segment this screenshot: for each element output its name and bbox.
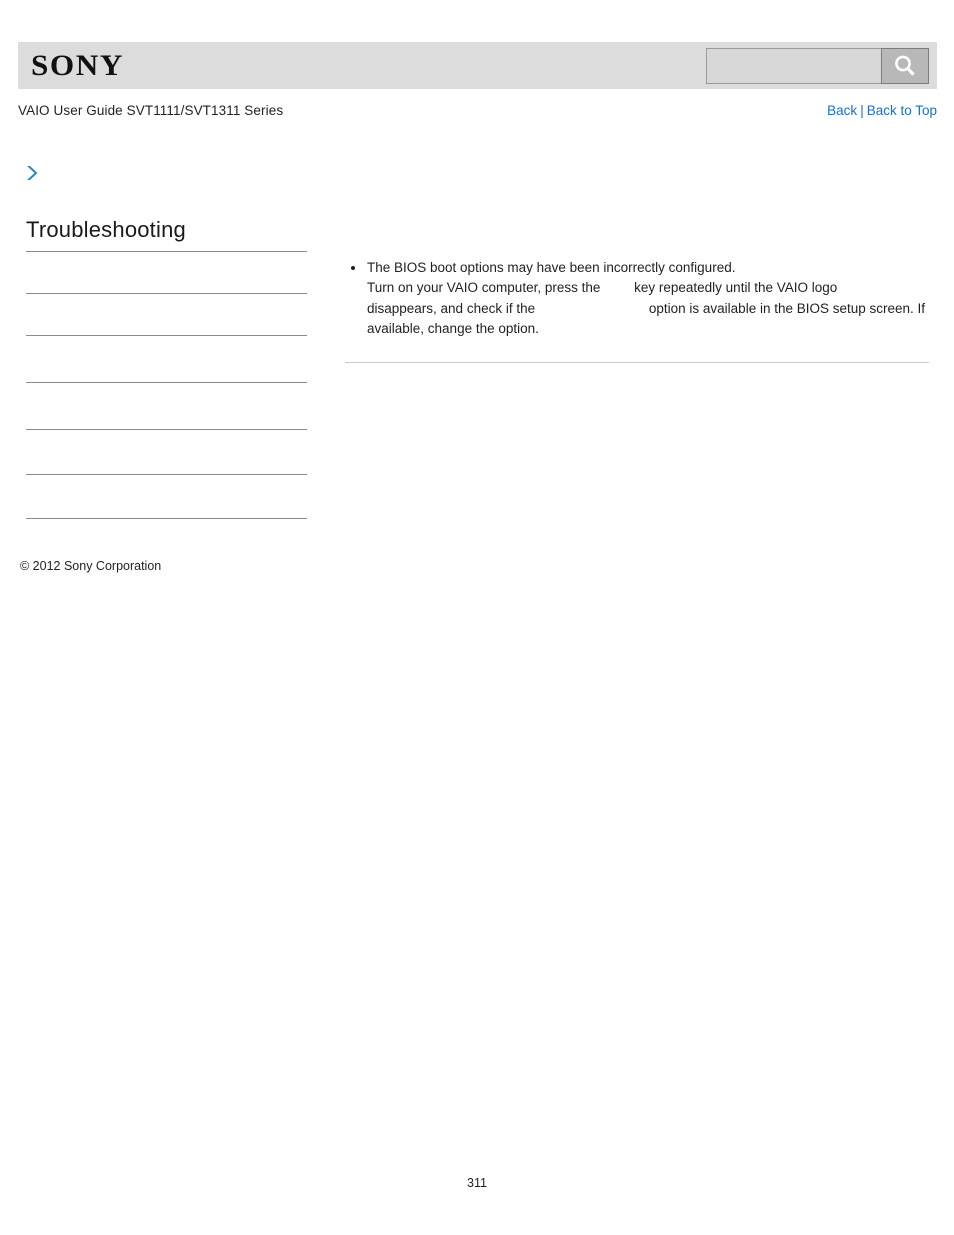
guide-title: VAIO User Guide SVT1111/SVT1311 Series: [18, 103, 284, 118]
content-bottom-rule: [345, 361, 929, 363]
bullet-line-2-pre: Turn on your VAIO computer, press the: [367, 280, 601, 296]
chevron-right-icon[interactable]: [24, 164, 40, 182]
breadcrumb: [24, 161, 40, 185]
site-header: SONY: [18, 42, 937, 89]
page-number: 311: [467, 1176, 487, 1190]
sidebar: Troubleshooting: [26, 217, 307, 520]
document-title-bar: VAIO User Guide SVT1111/SVT1311 Series B…: [18, 103, 937, 118]
copyright-notice: © 2012 Sony Corporation: [20, 559, 162, 573]
bullet-line-3-post: option is available in the BIOS setup sc…: [648, 300, 926, 316]
bullet-line-2-post: key repeatedly until the VAIO logo: [634, 280, 838, 296]
sony-logo: SONY: [31, 48, 124, 82]
search-input[interactable]: [706, 47, 881, 84]
bullet-line-4: available, change the option.: [367, 321, 539, 337]
search-button[interactable]: [881, 47, 929, 84]
search-area: [706, 47, 929, 84]
list-item: The BIOS boot options may have been inco…: [345, 258, 929, 340]
back-to-top-link[interactable]: Back to Top: [867, 103, 937, 118]
sidebar-item-3[interactable]: [26, 336, 307, 384]
nav-separator: |: [860, 103, 864, 118]
sidebar-item-6[interactable]: [26, 475, 307, 520]
sidebar-item-5[interactable]: [26, 430, 307, 476]
bullet-line-3-pre: disappears, and check if the: [367, 300, 536, 316]
page-title: Troubleshooting: [26, 217, 186, 242]
back-link[interactable]: Back: [827, 103, 857, 118]
header-nav-links: Back | Back to Top: [827, 103, 937, 118]
bullet-line-1: The BIOS boot options may have been inco…: [367, 260, 736, 275]
sidebar-item-1[interactable]: [26, 252, 307, 295]
sidebar-item-4[interactable]: [26, 383, 307, 431]
sidebar-item-2[interactable]: [26, 294, 307, 337]
troubleshooting-bullet-list: The BIOS boot options may have been inco…: [345, 258, 929, 340]
main-content: The BIOS boot options may have been inco…: [345, 258, 929, 363]
search-icon: [892, 53, 918, 79]
